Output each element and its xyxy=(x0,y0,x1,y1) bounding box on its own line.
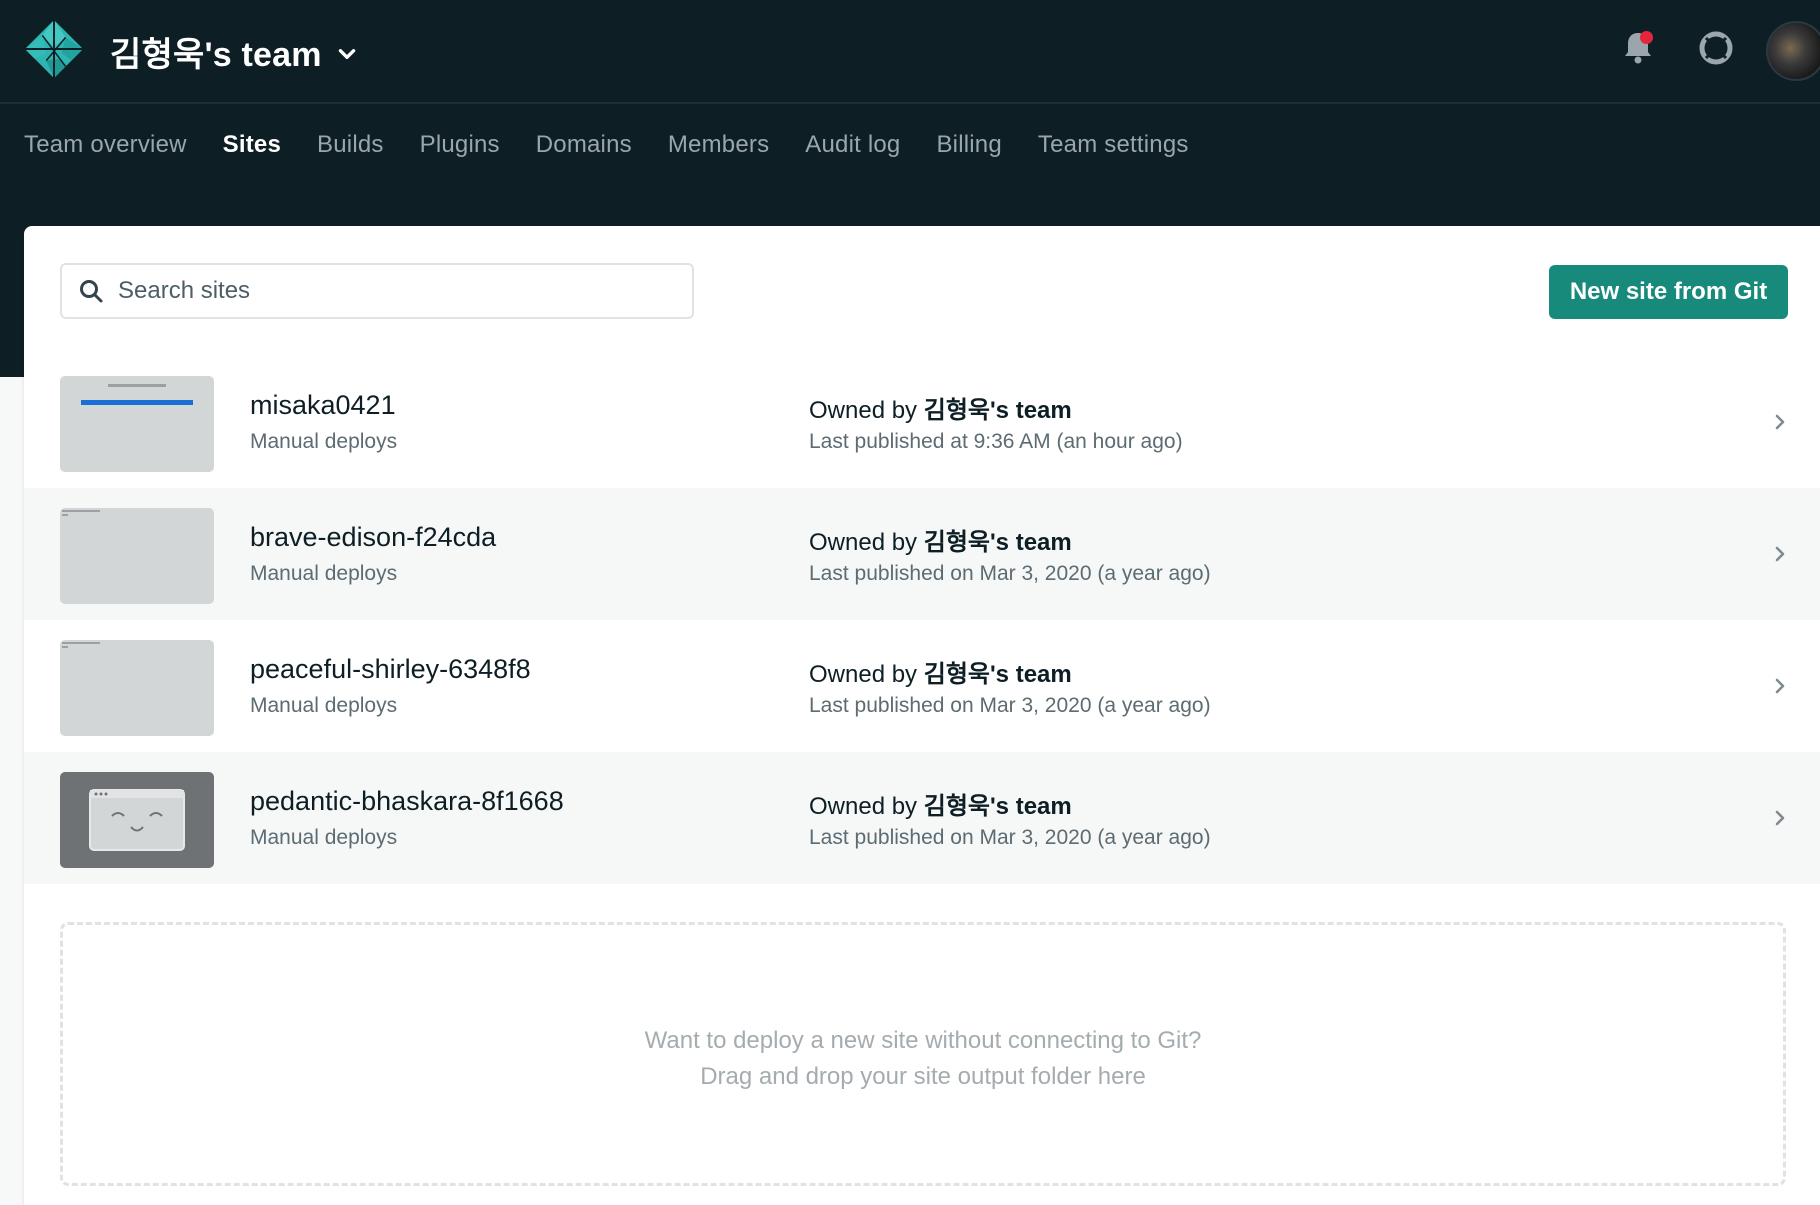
chevron-right-icon[interactable] xyxy=(1770,674,1790,698)
chevron-right-icon[interactable] xyxy=(1770,410,1790,434)
tab-audit-log[interactable]: Audit log xyxy=(805,131,900,159)
tab-sites[interactable]: Sites xyxy=(223,131,281,159)
site-name[interactable]: pedantic-bhaskara-8f1668 xyxy=(250,786,564,817)
owner-team: 김형욱's team xyxy=(923,529,1072,556)
site-owner: Owned by 김형욱's team xyxy=(809,654,1072,689)
owner-team: 김형욱's team xyxy=(923,397,1072,424)
site-deploy-type: Manual deploys xyxy=(250,430,398,453)
tab-domains[interactable]: Domains xyxy=(536,131,632,159)
site-last-published: Last published at 9:36 AM (an hour ago) xyxy=(809,430,1183,453)
tab-team-settings[interactable]: Team settings xyxy=(1038,131,1189,159)
site-name[interactable]: peaceful-shirley-6348f8 xyxy=(250,654,531,685)
tab-builds[interactable]: Builds xyxy=(317,131,384,159)
site-thumbnail xyxy=(60,508,214,604)
owner-prefix: Owned by xyxy=(809,793,924,820)
site-owner: Owned by 김형욱's team xyxy=(809,390,1072,425)
tab-members[interactable]: Members xyxy=(668,131,769,159)
site-name[interactable]: misaka0421 xyxy=(250,390,396,421)
owner-team: 김형욱's team xyxy=(923,661,1072,688)
netlify-logo-icon[interactable] xyxy=(23,18,85,80)
site-deploy-type: Manual deploys xyxy=(250,694,398,717)
search-icon xyxy=(80,280,103,303)
site-thumbnail xyxy=(60,772,214,868)
site-row[interactable]: misaka0421 Manual deploys Owned by 김형욱's t… xyxy=(24,356,1820,488)
site-row[interactable]: peaceful-shirley-6348f8 Manual deploys Own… xyxy=(24,620,1820,752)
tab-billing[interactable]: Billing xyxy=(936,131,1001,159)
site-deploy-type: Manual deploys xyxy=(250,826,398,849)
owner-team: 김형욱's team xyxy=(923,793,1072,820)
header: 김형욱's team xyxy=(0,0,1820,104)
site-thumbnail xyxy=(60,640,214,736)
sites-panel: New site from Git misaka0421 Manual deplo… xyxy=(24,226,1820,1205)
search-box[interactable] xyxy=(60,263,694,319)
site-thumbnail xyxy=(60,376,214,472)
notification-badge xyxy=(1640,31,1653,44)
site-row[interactable]: brave-edison-f24cda Manual deploys Owned b… xyxy=(24,488,1820,620)
deploy-dropzone[interactable]: Want to deploy a new site without connec… xyxy=(60,922,1786,1186)
dropzone-line-1: Want to deploy a new site without connec… xyxy=(644,1027,1202,1054)
site-name[interactable]: brave-edison-f24cda xyxy=(250,522,496,553)
owner-prefix: Owned by xyxy=(809,661,924,688)
chevron-right-icon[interactable] xyxy=(1770,806,1790,830)
site-last-published: Last published on Mar 3, 2020 (a year ag… xyxy=(809,826,1211,849)
team-switcher[interactable]: 김형욱's team xyxy=(110,26,358,76)
site-list: misaka0421 Manual deploys Owned by 김형욱's t… xyxy=(24,356,1820,884)
owner-prefix: Owned by xyxy=(809,529,924,556)
owner-prefix: Owned by xyxy=(809,397,924,424)
search-input[interactable] xyxy=(116,276,660,306)
user-avatar[interactable] xyxy=(1766,21,1820,81)
site-row[interactable]: pedantic-bhaskara-8f1668 Manual deploys Ow… xyxy=(24,752,1820,884)
site-owner: Owned by 김형욱's team xyxy=(809,522,1072,557)
site-owner: Owned by 김형욱's team xyxy=(809,786,1072,821)
chevron-down-icon xyxy=(338,49,355,59)
site-last-published: Last published on Mar 3, 2020 (a year ag… xyxy=(809,562,1211,585)
tab-plugins[interactable]: Plugins xyxy=(420,131,500,159)
new-site-from-git-button[interactable]: New site from Git xyxy=(1549,265,1788,319)
site-deploy-type: Manual deploys xyxy=(250,562,398,585)
tab-team-overview[interactable]: Team overview xyxy=(24,131,187,159)
help-lifebuoy-icon[interactable] xyxy=(1696,28,1736,68)
dropzone-line-2: Drag and drop your site output folder he… xyxy=(700,1063,1146,1090)
chevron-right-icon[interactable] xyxy=(1770,542,1790,566)
team-name: 김형욱's team xyxy=(110,35,322,74)
team-nav: Team overview Sites Builds Plugins Domains Me… xyxy=(24,131,1189,159)
site-last-published: Last published on Mar 3, 2020 (a year ag… xyxy=(809,694,1211,717)
